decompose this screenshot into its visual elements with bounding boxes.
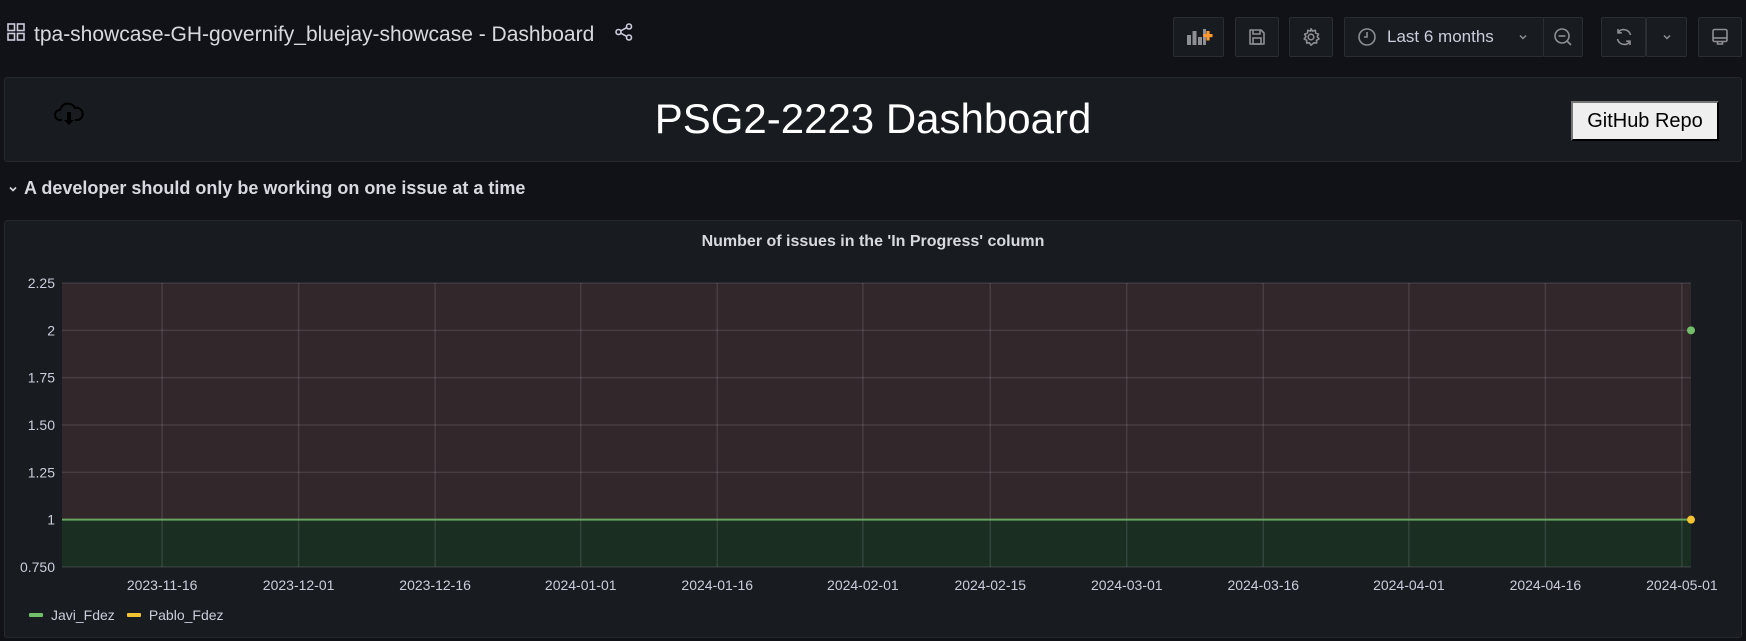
data-point-javi-fdez — [1687, 326, 1695, 335]
time-series-chart[interactable]: 2.25 2 1.75 1.50 1.25 1 0.750 2023-11-16 2023-1… — [5, 221, 1743, 639]
dashboard-title[interactable]: tpa-showcase-GH-governify_bluejay-showca… — [34, 23, 594, 47]
top-navbar: tpa-showcase-GH-governify_bluejay-showca… — [0, 0, 1746, 72]
y-tick-label: 0.750 — [20, 559, 55, 575]
y-tick-label: 2 — [47, 322, 55, 338]
legend-swatch — [29, 613, 43, 617]
x-tick-label: 2024-01-16 — [681, 577, 753, 593]
x-tick-label: 2023-12-01 — [263, 577, 335, 593]
legend-item[interactable]: Javi_Fdez — [29, 607, 115, 623]
time-range-picker[interactable]: Last 6 months — [1344, 17, 1544, 57]
refresh-icon — [1616, 28, 1631, 46]
threshold-region-below — [62, 519, 1691, 567]
header-text-panel: PSG2-2223 Dashboard GitHub Repo — [4, 77, 1742, 162]
zoom-out-button[interactable] — [1543, 17, 1583, 57]
chevron-down-icon — [9, 186, 17, 192]
x-tick-label: 2024-01-01 — [545, 577, 617, 593]
x-tick-label: 2023-11-16 — [127, 577, 198, 593]
time-range-label: Last 6 months — [1387, 27, 1494, 46]
issues-in-progress-panel: Number of issues in the 'In Progress' co… — [4, 220, 1742, 638]
add-panel-button[interactable] — [1173, 17, 1224, 57]
y-tick-label: 1.25 — [28, 464, 55, 480]
save-dashboard-button[interactable] — [1235, 17, 1279, 57]
chevron-down-icon — [1662, 34, 1671, 40]
y-tick-label: 1.50 — [28, 417, 55, 433]
chevron-down-icon — [1519, 34, 1527, 40]
share-icon[interactable] — [614, 22, 634, 47]
x-tick-label: 2023-12-16 — [399, 577, 471, 593]
data-point-pablo-fdez — [1687, 515, 1695, 524]
grid-icon[interactable] — [6, 22, 26, 47]
add-panel-icon — [1186, 29, 1212, 45]
legend-swatch — [126, 613, 141, 617]
y-tick-label: 2.25 — [28, 275, 55, 291]
legend-item[interactable]: Pablo_Fdez — [126, 607, 224, 623]
x-tick-label: 2024-03-16 — [1227, 577, 1299, 593]
save-icon — [1249, 29, 1265, 45]
x-tick-label: 2024-02-01 — [827, 577, 899, 593]
clock-icon — [1358, 28, 1376, 46]
gear-icon — [1303, 28, 1320, 46]
threshold-region-above — [62, 283, 1691, 520]
x-tick-label: 2024-04-01 — [1373, 577, 1445, 593]
dashboard-settings-button[interactable] — [1289, 17, 1333, 57]
refresh-button[interactable] — [1601, 17, 1646, 57]
legend-label: Pablo_Fdez — [148, 607, 224, 623]
view-mode-button[interactable] — [1698, 17, 1742, 57]
y-tick-label: 1.75 — [28, 370, 55, 386]
zoom-out-icon — [1554, 28, 1572, 46]
legend-label: Javi_Fdez — [51, 607, 115, 623]
chart-legend: Javi_Fdez Pablo_Fdez — [29, 607, 224, 623]
row-title: A developer should only be working on on… — [24, 178, 526, 198]
x-tick-label: 2024-03-01 — [1091, 577, 1163, 593]
x-tick-label: 2024-05-01 — [1646, 577, 1718, 593]
dashboard-heading: PSG2-2223 Dashboard — [654, 95, 1092, 142]
github-repo-button[interactable]: GitHub Repo — [1571, 101, 1719, 141]
y-tick-label: 1 — [47, 512, 55, 528]
row-header[interactable]: A developer should only be working on on… — [8, 178, 525, 199]
refresh-interval-picker[interactable] — [1646, 17, 1687, 57]
dashboard-title-area: tpa-showcase-GH-governify_bluejay-showca… — [6, 22, 634, 47]
x-tick-label: 2024-04-16 — [1510, 577, 1582, 593]
monitor-icon — [1712, 28, 1728, 45]
x-tick-label: 2024-02-15 — [954, 577, 1026, 593]
